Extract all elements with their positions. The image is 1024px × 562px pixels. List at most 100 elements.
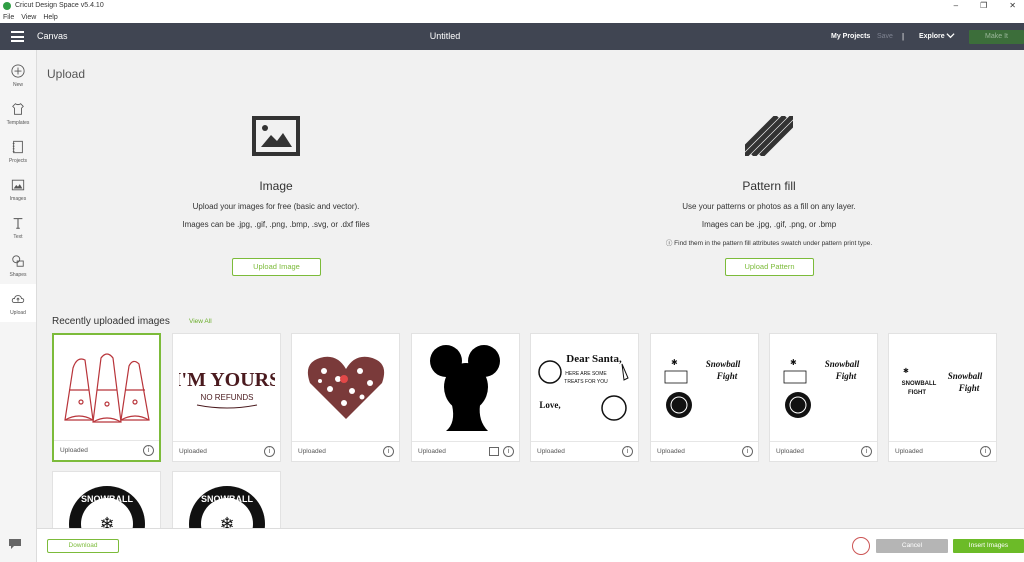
sidebar-item-new[interactable]: New	[0, 56, 36, 94]
sidebar-item-templates[interactable]: Templates	[0, 94, 36, 132]
uploaded-image-tile[interactable]: Uploaded i	[52, 333, 161, 462]
sidebar-item-projects[interactable]: Projects	[0, 132, 36, 170]
cancel-button[interactable]: Cancel	[876, 539, 948, 553]
uploaded-image-tile[interactable]: I'M YOURS NO REFUNDS Uploaded i	[172, 333, 281, 462]
gnomes-image	[63, 353, 150, 423]
upload-image-button[interactable]: Upload Image	[232, 258, 321, 276]
snowball-fight-text-art: ✱ SNOWBALL FIGHT Snowball Fight	[893, 338, 992, 438]
image-preview-icon[interactable]	[489, 447, 499, 456]
notebook-icon	[12, 140, 23, 154]
snowball-text: Snowball	[824, 359, 859, 369]
info-icon[interactable]: i	[503, 446, 514, 457]
recent-uploads-title: Recently uploaded images	[52, 316, 170, 327]
snowball-fight-art: ✱ Snowball Fight	[655, 338, 754, 438]
santa-line-text: TREATS FOR YOU	[564, 379, 608, 385]
snowball-fight-art: ✱ Snowball Fight	[774, 338, 873, 438]
upload-pattern-button[interactable]: Upload Pattern	[725, 258, 814, 276]
pattern-fill-icon	[735, 114, 803, 158]
sidebar-item-label: Images	[9, 196, 27, 202]
sidebar-item-shapes[interactable]: Shapes	[0, 246, 36, 284]
image-upload-title: Image	[259, 179, 293, 193]
dear-santa-art: Dear Santa, HERE ARE SOME TREATS FOR YOU…	[535, 338, 634, 438]
image-upload-formats: Images can be .jpg, .gif, .png, .bmp, .s…	[182, 220, 370, 229]
minimize-icon[interactable]: –	[954, 0, 958, 12]
pattern-upload-title: Pattern fill	[742, 179, 796, 193]
info-icon[interactable]: i	[383, 446, 394, 457]
my-projects-link[interactable]: My Projects	[831, 23, 870, 50]
cricut-logo-icon	[3, 2, 11, 10]
fight-script-text: Fight	[957, 383, 979, 393]
pattern-upload-section: Pattern fill Use your patterns or photos…	[569, 114, 969, 247]
explore-menu[interactable]: Explore	[919, 23, 945, 50]
afro-silhouette-art	[416, 338, 515, 438]
badge-text: SNOWBALL	[81, 494, 133, 504]
im-yours-art: I'M YOURS NO REFUNDS	[177, 338, 276, 438]
menu-view[interactable]: View	[21, 12, 36, 23]
uploaded-image-tile[interactable]: SNOWBALL ❄	[52, 471, 161, 529]
download-button[interactable]: Download	[47, 539, 119, 553]
window-titlebar: Cricut Design Space v5.4.10 – ❐ ✕	[0, 0, 1024, 12]
uploaded-image-tile[interactable]: ✱ Snowball Fight Uploaded i	[769, 333, 878, 462]
sidebar-item-label: Upload	[10, 310, 26, 316]
view-all-link[interactable]: View All	[189, 318, 212, 325]
uploaded-image-tile[interactable]: Dear Santa, HERE ARE SOME TREATS FOR YOU…	[530, 333, 639, 462]
gnomes-art	[58, 339, 155, 439]
dear-santa-image: Dear Santa, HERE ARE SOME TREATS FOR YOU…	[537, 353, 629, 421]
window-controls: – ❐ ✕	[954, 0, 1016, 12]
info-icon[interactable]: i	[143, 445, 154, 456]
uploaded-image-tile[interactable]: ✱ SNOWBALL FIGHT Snowball Fight Uploaded…	[888, 333, 997, 462]
snowball-text: Snowball	[705, 359, 740, 369]
image-upload-icon	[252, 116, 300, 156]
svg-text:✱: ✱	[903, 367, 909, 375]
maximize-icon[interactable]: ❐	[980, 0, 987, 12]
page-title: Upload	[47, 67, 86, 81]
sidebar-item-images[interactable]: Images	[0, 170, 36, 208]
save-button[interactable]: Save	[877, 23, 893, 50]
snowball-script-text: Snowball	[947, 371, 982, 381]
avatar[interactable]	[852, 537, 870, 555]
image-icon	[11, 179, 25, 191]
leopard-heart-art	[296, 338, 395, 438]
close-icon[interactable]: ✕	[1009, 0, 1016, 12]
uploaded-image-tile[interactable]: Uploaded i	[291, 333, 400, 462]
info-icon[interactable]: i	[264, 446, 275, 457]
snowball-fight-image: ✱ Snowball Fight	[783, 358, 859, 418]
svg-text:✱: ✱	[671, 358, 678, 367]
im-yours-image: I'M YOURS NO REFUNDS	[179, 369, 275, 409]
chevron-down-icon[interactable]	[946, 31, 955, 40]
menu-bar: File View Help	[0, 12, 1024, 23]
sidebar-item-label: Shapes	[9, 272, 27, 278]
love-text: Love,	[539, 400, 560, 410]
svg-text:✱: ✱	[790, 358, 797, 367]
document-title: Untitled	[429, 31, 461, 41]
pattern-info-text: Find them in the pattern fill attributes…	[674, 240, 873, 247]
snowball-badge-image: SNOWBALL ❄	[189, 486, 265, 529]
sidebar-item-label: Text	[13, 234, 23, 240]
snowball-fight-text-image: ✱ SNOWBALL FIGHT Snowball Fight	[901, 367, 982, 396]
info-icon[interactable]: i	[861, 446, 872, 457]
info-icon[interactable]: i	[742, 446, 753, 457]
uploaded-image-tile[interactable]: SNOWBALL ❄	[172, 471, 281, 529]
svg-text:❄: ❄	[99, 514, 114, 529]
fight-text: Fight	[834, 371, 856, 381]
insert-images-button[interactable]: Insert Images	[953, 539, 1024, 553]
menu-file[interactable]: File	[3, 12, 14, 23]
uploaded-image-tile[interactable]: Uploaded i	[411, 333, 520, 462]
make-it-button[interactable]: Make It	[969, 30, 1024, 44]
info-icon[interactable]: i	[980, 446, 991, 457]
afro-silhouette-image	[429, 345, 500, 431]
sidebar-item-upload[interactable]: Upload	[0, 284, 36, 322]
pattern-upload-formats: Images can be .jpg, .gif, .png, or .bmp	[701, 220, 837, 229]
shirt-icon	[12, 103, 24, 115]
sidebar-item-text[interactable]: Text	[0, 208, 36, 246]
left-sidebar: New Templates Projects Images Text Shape…	[0, 50, 37, 562]
uploaded-image-tile[interactable]: ✱ Snowball Fight Uploaded i	[650, 333, 759, 462]
text-icon	[13, 218, 23, 229]
info-icon[interactable]: i	[622, 446, 633, 457]
menu-help[interactable]: Help	[43, 12, 57, 23]
leopard-heart-image	[307, 356, 384, 419]
chat-icon[interactable]	[8, 538, 22, 550]
svg-text:❄: ❄	[219, 514, 234, 529]
sidebar-item-label: Templates	[6, 120, 30, 126]
pattern-upload-info: ⓘ Find them in the pattern fill attribut…	[569, 237, 969, 247]
